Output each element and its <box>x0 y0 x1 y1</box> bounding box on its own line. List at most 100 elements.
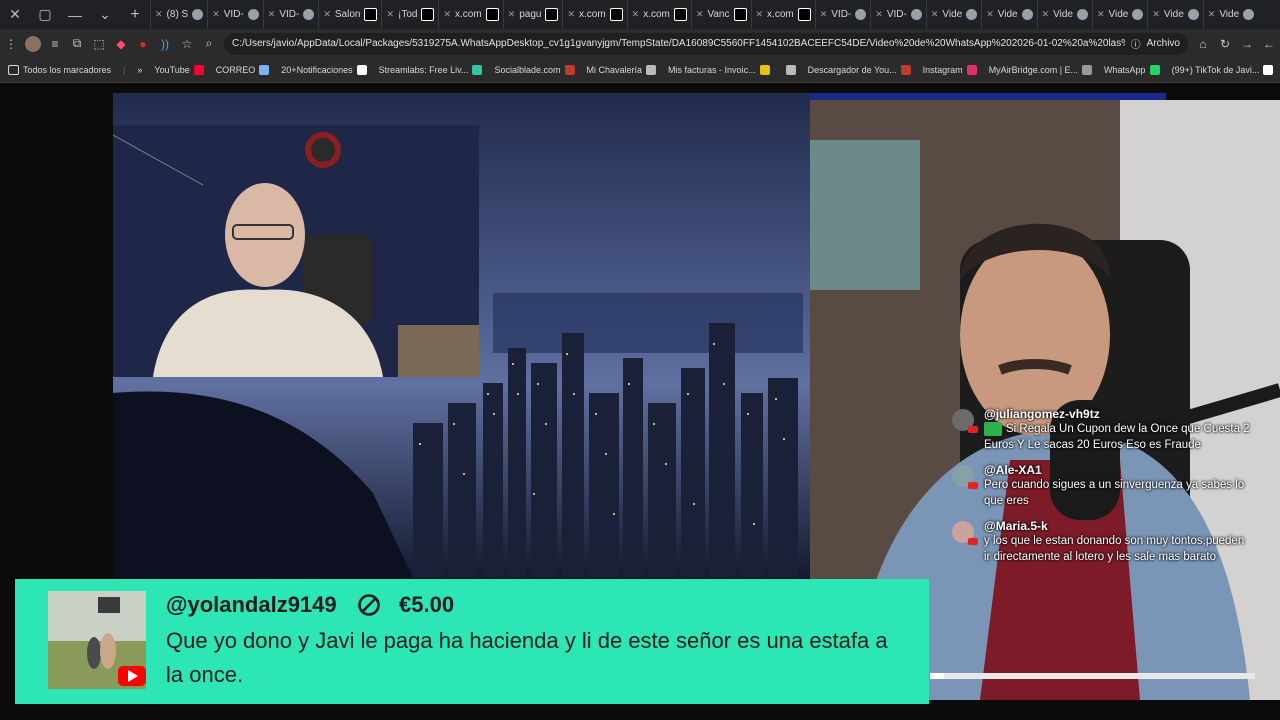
browser-tab[interactable]: ✕ Vide <box>1202 0 1258 29</box>
x-icon <box>545 8 559 21</box>
x-icon <box>609 8 623 21</box>
browser-tab[interactable]: ✕ VID- <box>262 0 319 29</box>
bookmark-item[interactable]: Descargador de You... <box>802 65 917 75</box>
tab-close-icon[interactable]: ✕ <box>443 9 451 20</box>
bookmark-item[interactable]: WhatsApp <box>1098 65 1166 75</box>
more-bookmarks-icon[interactable]: » <box>131 65 148 75</box>
omnibox[interactable]: C:/Users/javio/AppData/Local/Packages/53… <box>224 32 1188 55</box>
tab-close-icon[interactable]: ✕ <box>1152 9 1160 20</box>
url-text[interactable]: C:/Users/javio/AppData/Local/Packages/53… <box>232 38 1125 49</box>
blocked-circle-icon <box>357 593 381 622</box>
browser-tab[interactable]: ✕ Vide <box>1036 0 1092 29</box>
tab-close-icon[interactable]: ✕ <box>931 9 939 20</box>
browser-tab[interactable]: ✕ Vide <box>925 0 981 29</box>
browser-tab[interactable]: ✕ Vide <box>1147 0 1202 29</box>
browser-tab[interactable]: ✕ x.com <box>750 0 815 29</box>
browser-tab[interactable]: ✕ pagu <box>502 0 563 29</box>
tab-close-icon[interactable]: ✕ <box>875 9 883 20</box>
tab-label: Vide <box>1163 9 1184 20</box>
zoom-search-icon[interactable]: ⌕ <box>198 33 220 55</box>
new-tab-button[interactable]: + <box>120 0 150 29</box>
tab-search-icon[interactable]: ⌄ <box>90 0 120 29</box>
bookmark-item[interactable]: CORREO <box>210 65 276 75</box>
bookmark-item[interactable]: Socialblade.com <box>488 65 580 75</box>
chat-avatar <box>952 521 978 545</box>
back-icon[interactable]: ← <box>1258 33 1280 55</box>
chrome-icon <box>1076 9 1088 20</box>
bookmark-label: (99+) TikTok de Javi... <box>1171 65 1260 75</box>
bookmark-item[interactable]: (99+) TikTok de Javi... <box>1166 65 1280 75</box>
tab-close-icon[interactable]: ✕ <box>508 9 516 20</box>
bookmark-favicon-icon <box>259 65 270 75</box>
blue-accent-panel <box>810 93 1166 100</box>
tab-close-icon[interactable]: ✕ <box>820 9 828 20</box>
browser-tab[interactable]: ✕ Vide <box>1091 0 1147 29</box>
browser-tab[interactable]: ✕ Salon <box>318 0 381 29</box>
tab-close-icon[interactable]: ✕ <box>323 9 331 20</box>
extension-shield-icon[interactable]: ◆ <box>110 33 132 55</box>
browser-tab[interactable]: ✕ Vide <box>981 0 1036 29</box>
bookmark-item[interactable]: YouTube <box>148 65 209 75</box>
bookmark-item[interactable]: Mis facturas - Invoic... <box>662 65 776 75</box>
site-info-icon[interactable]: ⓘ <box>1131 36 1141 51</box>
browser-tab[interactable]: ✕ VID- <box>814 0 871 29</box>
x-icon <box>797 8 811 21</box>
bookmark-favicon-icon <box>966 65 977 75</box>
bookmark-star-icon[interactable]: ☆ <box>176 33 198 55</box>
tab-close-icon[interactable]: ✕ <box>268 9 276 20</box>
minimize-window-icon[interactable]: — <box>60 0 90 29</box>
tab-close-icon[interactable]: ✕ <box>1208 9 1216 20</box>
tab-close-icon[interactable]: ✕ <box>632 9 640 20</box>
bookmark-item[interactable]: Mi Chavalería <box>581 65 663 75</box>
chat-progress-bar <box>930 673 1255 679</box>
browser-tab[interactable]: ✕ ¡Tod <box>381 0 438 29</box>
tab-close-icon[interactable]: ✕ <box>386 9 394 20</box>
x-icon <box>485 8 499 21</box>
tab-label: VID- <box>886 9 907 20</box>
bookmark-label: WhatsApp <box>1104 65 1146 75</box>
chrome-icon <box>1021 9 1033 20</box>
maximize-window-icon[interactable]: ▢ <box>30 0 60 29</box>
tab-close-icon[interactable]: ✕ <box>986 9 994 20</box>
reload-icon[interactable]: ↻ <box>1214 33 1236 55</box>
tab-close-icon[interactable]: ✕ <box>212 9 220 20</box>
tabs-container: ✕ (8) S ✕ VID- ✕ VID- ✕ Salon ✕ ¡Tod ✕ x.com ✕ pagu ✕ x… <box>150 0 1258 29</box>
tab-close-icon[interactable]: ✕ <box>567 9 575 20</box>
extension-record-icon[interactable]: ● <box>132 33 154 55</box>
all-bookmarks-folder[interactable]: Todos los marcadores <box>0 65 117 75</box>
tab-close-icon[interactable]: ✕ <box>696 9 704 20</box>
tab-close-icon[interactable]: ✕ <box>1097 9 1105 20</box>
reading-list-icon[interactable]: ≡ <box>44 33 66 55</box>
browser-tab[interactable]: ✕ Vanc <box>690 0 751 29</box>
downloads-icon[interactable]: ⬚ <box>88 33 110 55</box>
tab-close-icon[interactable]: ✕ <box>1042 9 1050 20</box>
extensions-icon[interactable]: ⧉ <box>66 33 88 55</box>
browser-menu-icon[interactable]: ⋮ <box>0 33 22 55</box>
chat-text-content: y los que le estan donando son muy tonto… <box>984 535 1245 563</box>
bookmark-favicon-icon <box>900 65 911 75</box>
bookmark-label: Descargador de You... <box>807 65 897 75</box>
x-icon <box>421 8 435 21</box>
file-chip-label[interactable]: Archivo <box>1147 38 1180 49</box>
browser-tab[interactable]: ✕ VID- <box>870 0 926 29</box>
bookmark-favicon-icon <box>564 65 575 75</box>
home-icon[interactable]: ⌂ <box>1192 33 1214 55</box>
browser-tab[interactable]: ✕ VID- <box>207 0 263 29</box>
browser-tab[interactable]: ✕ x.com <box>438 0 502 29</box>
close-window-icon[interactable]: ✕ <box>0 0 30 29</box>
browser-tab[interactable]: ✕ x.com <box>562 0 626 29</box>
bookmark-item[interactable]: 20+Notificaciones <box>275 65 372 75</box>
forward-icon[interactable]: → <box>1236 33 1258 55</box>
browser-tab[interactable]: ✕ x.com <box>626 0 691 29</box>
bookmark-item[interactable]: MyAirBridge.com | E... <box>983 65 1098 75</box>
tab-close-icon[interactable]: ✕ <box>155 9 163 20</box>
extension-audio-icon[interactable]: )) <box>154 33 176 55</box>
bookmark-item[interactable]: Instagram <box>917 65 983 75</box>
bookmark-item[interactable] <box>776 65 802 75</box>
chat-progress-fill <box>930 673 944 679</box>
bookmark-item[interactable]: Streamlabs: Free Liv... <box>373 65 489 75</box>
tab-close-icon[interactable]: ✕ <box>756 9 764 20</box>
profile-avatar[interactable] <box>22 33 44 55</box>
guest-webcam <box>113 125 479 377</box>
browser-tab[interactable]: ✕ (8) S <box>150 0 207 29</box>
